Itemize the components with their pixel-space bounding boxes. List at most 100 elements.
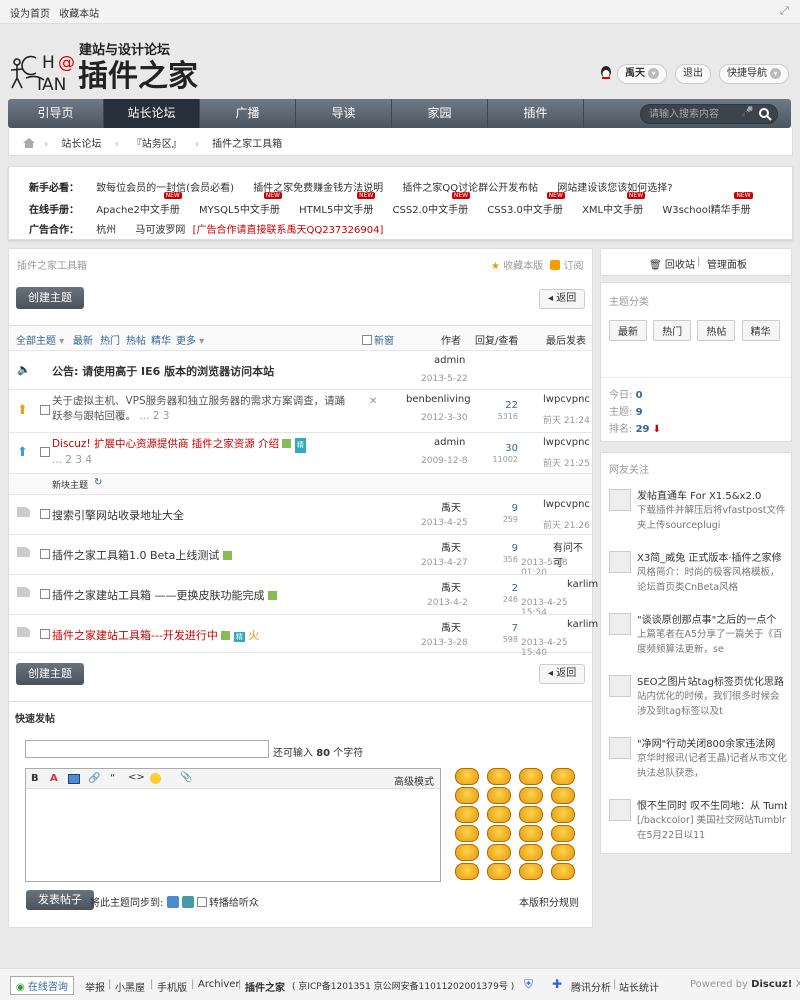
table-row[interactable]: 插件之家建站工具箱 ——更换皮肤功能完成 禹天 2013-4-2 2 246 k…	[9, 574, 598, 618]
avatar[interactable]	[609, 737, 631, 759]
friend-item[interactable]: SEO之图片站tag标签页优化思路 站内优化的时候，我们很多时候会涉及到tag标签…	[601, 669, 791, 729]
reply-count[interactable]: 7	[504, 623, 518, 634]
nav-item-broadcast[interactable]: 广播	[200, 99, 296, 128]
forward-checkbox[interactable]	[196, 897, 207, 907]
reply-count[interactable]: 9	[504, 543, 518, 554]
subject-input[interactable]	[25, 740, 269, 758]
avatar[interactable]	[609, 799, 631, 821]
last-poster[interactable]: karlim	[567, 579, 598, 590]
qq-icon[interactable]	[600, 66, 612, 83]
category-hot[interactable]: 热门	[653, 320, 692, 341]
site-logo[interactable]: H @ IAN 建站与设计论坛 插件之家	[8, 38, 268, 98]
microphone-icon[interactable]: 🎤	[741, 107, 753, 118]
announcement-title[interactable]: 公告: 请使用高于 IE6 版本的浏览器访问本站	[52, 363, 274, 379]
checkbox[interactable]	[40, 405, 50, 415]
ad-contact[interactable]: [广告合作请直接联系禹天QQ237326904]	[193, 225, 384, 236]
smiley-icon[interactable]	[487, 806, 511, 823]
reply-count[interactable]: 30	[504, 443, 518, 454]
filter-latest[interactable]: 最新	[73, 332, 93, 347]
filter-hotpost[interactable]: 热帖	[126, 332, 146, 347]
announcement-author[interactable]: admin	[434, 355, 465, 366]
new-window-toggle[interactable]: 新窗	[362, 332, 394, 347]
attachment-icon[interactable]: 📎	[180, 772, 192, 783]
footer-site-name[interactable]: 插件之家	[245, 979, 285, 994]
admin-panel-link[interactable]: 管理面板	[707, 256, 747, 271]
qq-weibo-icon[interactable]	[166, 896, 179, 908]
checkbox[interactable]	[40, 447, 50, 457]
avatar[interactable]	[609, 489, 631, 511]
link-icon[interactable]: 🔗	[88, 773, 100, 784]
home-icon[interactable]	[23, 138, 35, 148]
smiley-icon[interactable]	[487, 844, 511, 861]
manual-link[interactable]: CSS2.0中文手册 NEW	[393, 192, 471, 216]
smiley-icon[interactable]	[455, 768, 479, 785]
ad-link[interactable]: 马可波罗网	[135, 225, 185, 236]
smiley-icon[interactable]	[551, 863, 575, 880]
smiley-icon[interactable]	[519, 787, 543, 804]
filter-all[interactable]: 全部主题 ▾	[16, 332, 64, 347]
analytics-link[interactable]: 腾讯分析	[571, 979, 611, 994]
thread-author[interactable]: 禹天	[441, 619, 461, 634]
submit-post-button[interactable]: 发表帖子	[26, 890, 94, 910]
manual-link[interactable]: HTML5中文手册 NEW	[299, 192, 376, 216]
smiley-icon[interactable]	[487, 825, 511, 842]
smiley-icon[interactable]	[455, 863, 479, 880]
filter-digest[interactable]: 精华	[151, 332, 171, 347]
ad-link[interactable]: 杭州	[96, 221, 116, 236]
quick-nav-button[interactable]: 快捷导航 ▾	[719, 64, 789, 84]
filter-hot[interactable]: 热门	[100, 332, 120, 347]
breadcrumb-current[interactable]: 插件之家工具箱	[212, 139, 282, 150]
smiley-icon[interactable]	[519, 863, 543, 880]
manual-link[interactable]: CSS3.0中文手册 NEW	[487, 192, 565, 216]
table-row[interactable]: 搜索引擎网站收录地址大全 禹天 2013-4-25 9 259 lwpcvpnc…	[9, 494, 592, 533]
friend-title[interactable]: SEO之图片站tag标签页优化思路	[637, 673, 787, 688]
manual-link[interactable]: W3school精华手册 NEW	[662, 192, 753, 216]
last-poster[interactable]: lwpcvpnc	[543, 394, 590, 405]
smiley-icon[interactable]	[551, 825, 575, 842]
friend-item[interactable]: 恨不生同时 叹不生同地：从 Tumbl [/backcolor] 美国社交网站Tu…	[601, 793, 791, 853]
category-hotpost[interactable]: 热帖	[697, 320, 736, 341]
friend-item[interactable]: X3简_威兔 正式版本·插件之家修 风格简介：时尚的极客风格模板，论坛首页类CnB…	[601, 545, 791, 605]
thread-author[interactable]: admin	[434, 437, 465, 448]
smiley-icon[interactable]	[551, 806, 575, 823]
last-poster[interactable]: karlim	[567, 619, 598, 630]
image-icon[interactable]	[68, 774, 80, 784]
smiley-icon[interactable]	[519, 806, 543, 823]
last-poster[interactable]: lwpcvpnc	[543, 499, 590, 510]
subscribe-link[interactable]: 订阅	[564, 261, 584, 272]
archiver-link[interactable]: Archiver	[198, 979, 240, 990]
smiley-icon[interactable]	[455, 806, 479, 823]
checkbox[interactable]	[40, 509, 50, 519]
search-icon[interactable]	[759, 108, 772, 121]
thread-title[interactable]: 插件之家建站工具箱---开发进行中 精 火	[52, 627, 259, 643]
must-read-link[interactable]: 网站建设该您该如何选择?	[557, 179, 672, 194]
category-latest[interactable]: 最新	[609, 320, 647, 341]
filter-more[interactable]: 更多 ▾	[176, 332, 204, 347]
nav-item-forum[interactable]: 站长论坛	[104, 99, 200, 128]
breadcrumb-section[interactable]: 『站务区』	[132, 139, 182, 150]
reply-count[interactable]: 2	[504, 583, 518, 594]
credit-rules-link[interactable]: 本版积分规则	[519, 894, 579, 909]
logout-button[interactable]: 退出	[675, 64, 711, 84]
smiley-icon[interactable]	[487, 863, 511, 880]
smiley-icon[interactable]	[551, 844, 575, 861]
set-home-link[interactable]: 设为首页	[10, 9, 50, 20]
smiley-icon[interactable]	[455, 825, 479, 842]
nav-item-digest[interactable]: 导读	[296, 99, 392, 128]
thread-title[interactable]: 插件之家工具箱1.0 Beta上线测试	[52, 547, 232, 563]
nav-item-home[interactable]: 家园	[392, 99, 488, 128]
manual-link[interactable]: MYSQL5中文手册 NEW	[199, 192, 282, 216]
search-input[interactable]	[649, 107, 739, 121]
friend-item[interactable]: 发帖直通车 For X1.5&x2.0 下载插件并解压后将vfastpost文件夹…	[601, 483, 791, 543]
checkbox[interactable]	[40, 589, 50, 599]
thread-pages[interactable]: ... 2 3 4	[52, 454, 92, 466]
smiley-icon[interactable]	[487, 768, 511, 785]
thread-author[interactable]: 禹天	[441, 539, 461, 554]
thread-pages[interactable]: ... 2 3	[139, 410, 169, 422]
quote-icon[interactable]: “	[110, 773, 115, 784]
friend-title[interactable]: 恨不生同时 叹不生同地：从 Tumbl	[637, 797, 787, 812]
friend-title[interactable]: 发帖直通车 For X1.5&x2.0	[637, 487, 787, 502]
report-link[interactable]: 举报	[85, 979, 105, 994]
avatar[interactable]	[609, 675, 631, 697]
bookmark-link[interactable]: 收藏本站	[59, 9, 99, 20]
